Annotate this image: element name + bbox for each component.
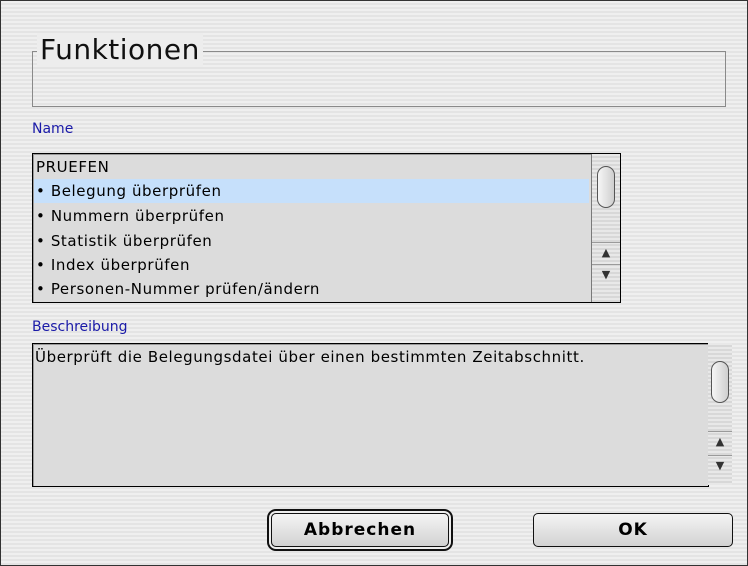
description-box: Überprüft die Belegungsdatei über einen … [32, 343, 709, 487]
functions-listbox[interactable]: PRUEFEN • Belegung überprüfen • Nummern … [32, 153, 621, 303]
list-item-belegung[interactable]: • Belegung überprüfen [34, 179, 589, 203]
description-scroll-down-icon[interactable]: ▼ [708, 455, 732, 476]
list-scroll-thumb[interactable] [597, 166, 615, 208]
dialog-title: Funktionen [37, 33, 203, 67]
ok-button[interactable]: OK [533, 513, 733, 547]
description-scrollbar[interactable]: ▲ ▼ [708, 343, 732, 485]
description-text: Überprüft die Belegungsdatei über einen … [35, 348, 585, 366]
description-label: Beschreibung [32, 319, 128, 335]
list-item-index[interactable]: • Index überprüfen [34, 253, 589, 277]
description-scroll-thumb[interactable] [711, 361, 729, 403]
list-item-nummern[interactable]: • Nummern überprüfen [34, 204, 589, 228]
list-scrollbar[interactable]: ▲ ▼ [591, 154, 620, 302]
functions-dialog: Funktionen Name PRUEFEN • Belegung überp… [0, 0, 748, 566]
description-scroll-up-icon[interactable]: ▲ [708, 431, 732, 452]
name-label: Name [32, 121, 74, 137]
list-item-personen[interactable]: • Personen-Nummer prüfen/ändern [34, 277, 589, 301]
scroll-down-arrow-icon[interactable]: ▼ [592, 264, 620, 285]
scroll-up-arrow-icon[interactable]: ▲ [592, 242, 620, 263]
list-item-header[interactable]: PRUEFEN [34, 155, 589, 179]
cancel-button[interactable]: Abbrechen [271, 513, 449, 547]
list-item-statistik[interactable]: • Statistik überprüfen [34, 229, 589, 253]
